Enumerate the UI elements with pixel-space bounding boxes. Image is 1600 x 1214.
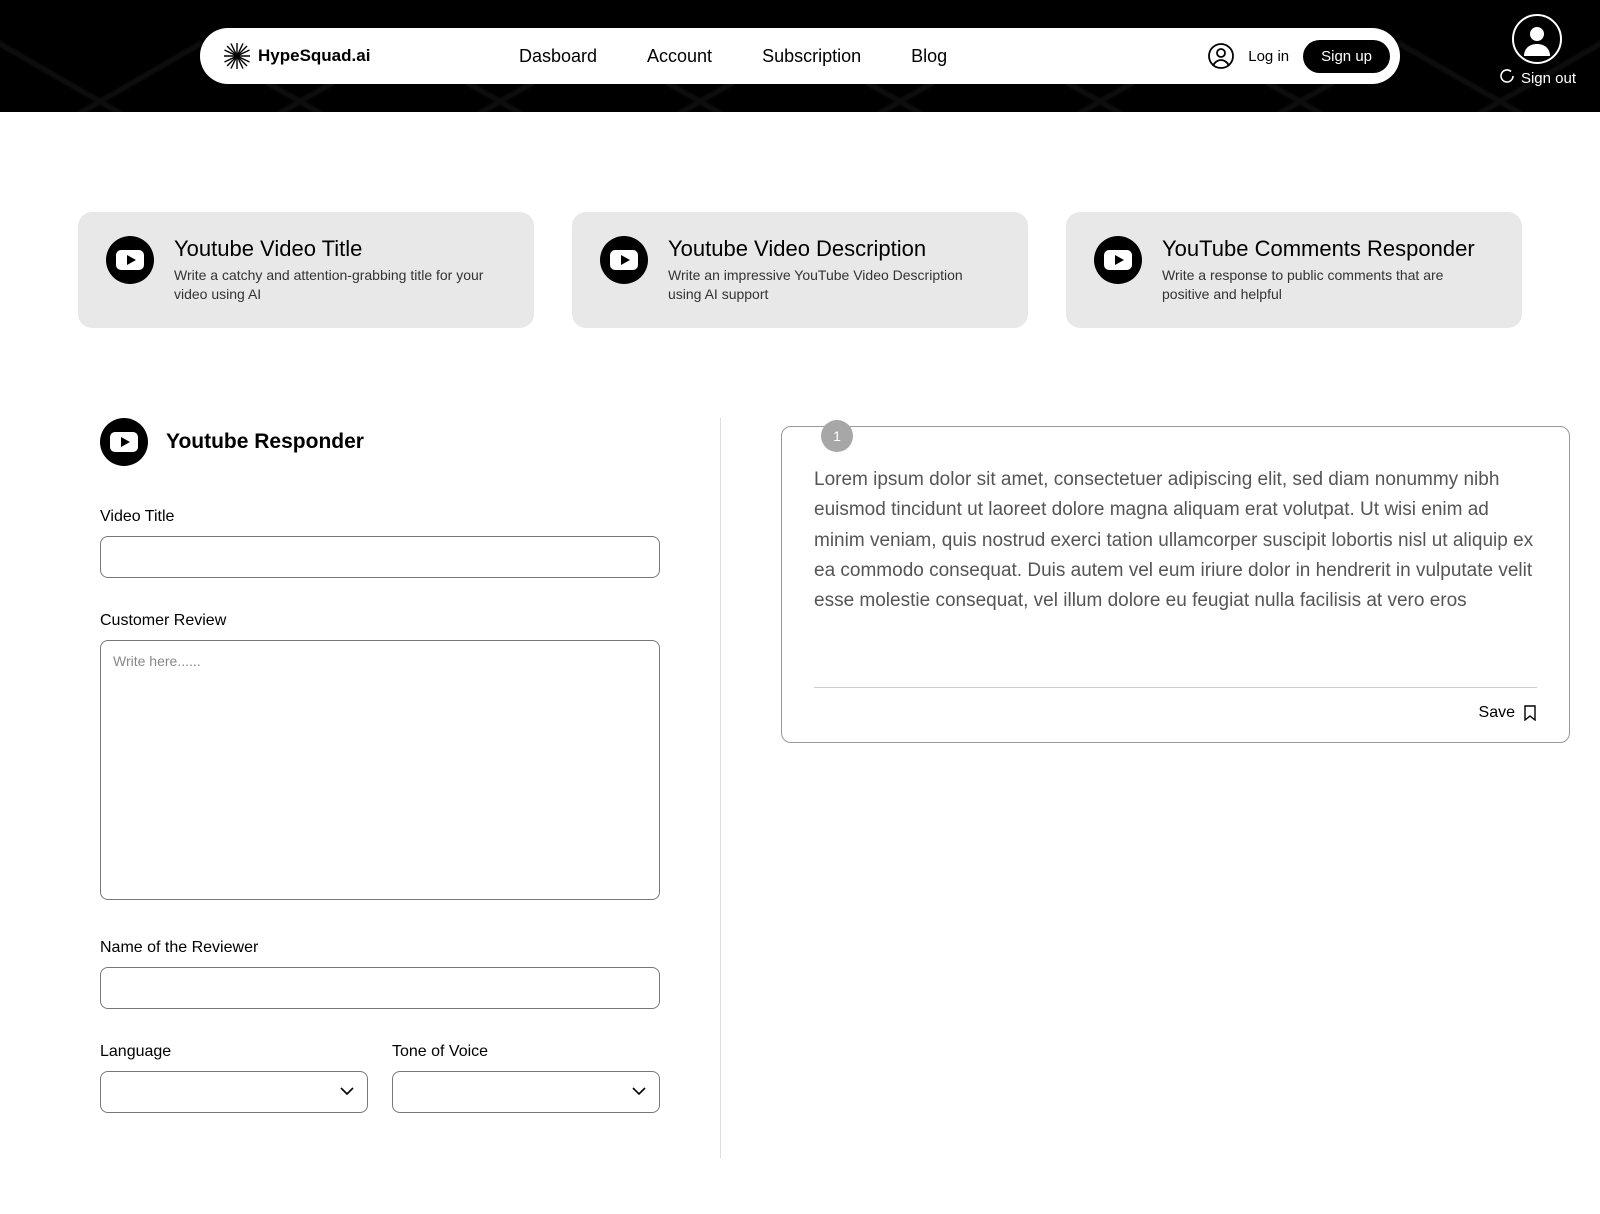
card-title: YouTube Comments Responder — [1162, 236, 1494, 262]
video-title-input[interactable] — [100, 536, 660, 578]
card-desc: Write a catchy and attention-grabbing ti… — [174, 266, 506, 304]
main: Youtube Responder Video Title Customer R… — [0, 418, 1600, 1158]
result-column: 1 Lorem ipsum dolor sit amet, consectetu… — [720, 418, 1570, 1158]
burst-icon — [222, 41, 252, 71]
user-outline-icon — [1208, 43, 1234, 69]
youtube-icon — [600, 236, 648, 284]
section-title: Youtube Responder — [166, 430, 364, 454]
login-link[interactable]: Log in — [1248, 48, 1289, 65]
card-desc: Write a response to public comments that… — [1162, 266, 1494, 304]
avatar[interactable] — [1512, 14, 1562, 64]
header: HypeSquad.ai Dasboard Account Subscripti… — [0, 0, 1600, 112]
form-column: Youtube Responder Video Title Customer R… — [100, 418, 720, 1158]
youtube-icon — [1094, 236, 1142, 284]
user-solid-icon — [1520, 22, 1554, 56]
tone-label: Tone of Voice — [392, 1043, 660, 1061]
account-corner: Sign out — [1499, 14, 1576, 88]
save-label: Save — [1479, 704, 1515, 722]
nav-right: Log in Sign up — [1208, 40, 1390, 73]
card-video-title[interactable]: Youtube Video Title Write a catchy and a… — [78, 212, 534, 328]
youtube-icon — [100, 418, 148, 466]
youtube-icon — [106, 236, 154, 284]
save-button[interactable]: Save — [814, 704, 1537, 722]
card-video-description[interactable]: Youtube Video Description Write an impre… — [572, 212, 1028, 328]
divider — [814, 687, 1537, 688]
customer-review-label: Customer Review — [100, 612, 660, 630]
section-head: Youtube Responder — [100, 418, 660, 466]
select-row: Language Tone of Voice — [100, 1043, 660, 1113]
result-text: Lorem ipsum dolor sit amet, consectetuer… — [814, 465, 1537, 617]
result-index-badge: 1 — [821, 420, 853, 452]
chevron-down-icon — [631, 1083, 647, 1101]
signout-label: Sign out — [1521, 70, 1576, 87]
nav-subscription[interactable]: Subscription — [762, 46, 861, 67]
result-card: Lorem ipsum dolor sit amet, consectetuer… — [781, 426, 1570, 743]
video-title-label: Video Title — [100, 508, 660, 526]
logo[interactable]: HypeSquad.ai — [222, 41, 370, 71]
brand-name: HypeSquad.ai — [258, 46, 370, 66]
bookmark-icon — [1523, 705, 1537, 721]
feature-cards: Youtube Video Title Write a catchy and a… — [0, 112, 1600, 328]
customer-review-input[interactable] — [100, 640, 660, 900]
card-title: Youtube Video Description — [668, 236, 1000, 262]
signout-icon — [1499, 68, 1515, 88]
language-select[interactable] — [100, 1071, 368, 1113]
chevron-down-icon — [339, 1083, 355, 1101]
signup-button[interactable]: Sign up — [1303, 40, 1390, 73]
reviewer-name-label: Name of the Reviewer — [100, 939, 660, 957]
signout-link[interactable]: Sign out — [1499, 68, 1576, 88]
tone-select[interactable] — [392, 1071, 660, 1113]
nav-account[interactable]: Account — [647, 46, 712, 67]
card-title: Youtube Video Title — [174, 236, 506, 262]
nav-links: Dasboard Account Subscription Blog — [519, 46, 947, 67]
nav-dashboard[interactable]: Dasboard — [519, 46, 597, 67]
nav-pill: HypeSquad.ai Dasboard Account Subscripti… — [200, 28, 1400, 84]
language-label: Language — [100, 1043, 368, 1061]
card-desc: Write an impressive YouTube Video Descri… — [668, 266, 1000, 304]
card-comments-responder[interactable]: YouTube Comments Responder Write a respo… — [1066, 212, 1522, 328]
nav-blog[interactable]: Blog — [911, 46, 947, 67]
reviewer-name-input[interactable] — [100, 967, 660, 1009]
